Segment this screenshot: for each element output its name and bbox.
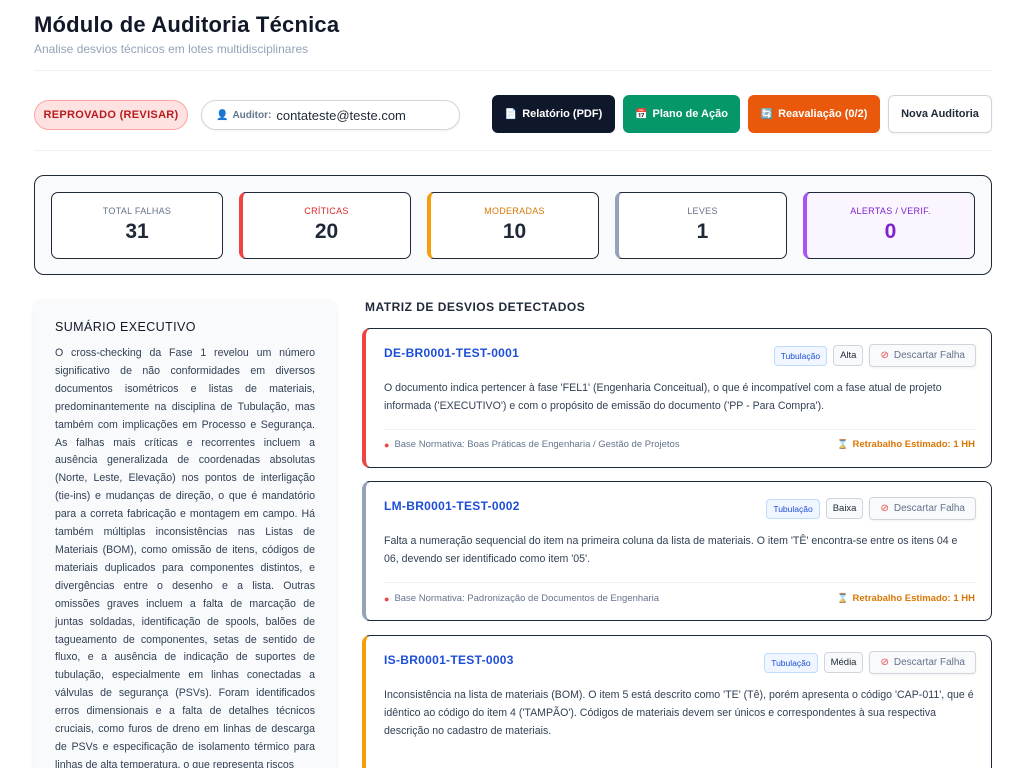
toolbar-divider (34, 150, 992, 151)
reevaluation-button[interactable]: 🔄 Reavaliação (0/2) (748, 95, 880, 133)
stat-total-label: TOTAL FALHAS (102, 206, 172, 216)
auditor-value: contateste@teste.com (276, 107, 406, 123)
new-audit-label: Nova Auditoria (901, 108, 979, 120)
normative-basis: ● Base Normativa: Padronização de Docume… (384, 593, 659, 604)
estimated-rework-text: Retrabalho Estimado: 1 HH (852, 593, 975, 604)
refresh-icon: 🔄 (760, 108, 774, 120)
deviation-badges: Tubulação Baixa ⊘ Descartar Falha (766, 497, 976, 520)
normative-basis: ● Base Normativa: Boas Práticas de Engen… (384, 439, 680, 450)
action-plan-button[interactable]: 📅 Plano de Ação (623, 95, 740, 133)
discard-button[interactable]: ⊘ Descartar Falha (869, 651, 976, 674)
deviation-description: O documento indica pertencer à fase 'FEL… (384, 382, 942, 412)
stat-alerts: ALERTAS / VERIF. 0 (803, 192, 975, 259)
pin-icon: ● (384, 439, 390, 450)
stat-critical-label: CRÍTICAS (304, 206, 349, 216)
report-pdf-label: Relatório (PDF) (522, 108, 603, 120)
deviation-description: Inconsistência na lista de materiais (BO… (384, 689, 974, 737)
discard-button[interactable]: ⊘ Descartar Falha (869, 497, 976, 520)
stats-panel: TOTAL FALHAS 31 CRÍTICAS 20 MODERADAS 10… (34, 175, 992, 275)
stat-critical-value: 20 (314, 220, 339, 243)
discipline-badge: Tubulação (766, 498, 820, 519)
normative-basis-text: Base Normativa: Boas Práticas de Engenha… (394, 439, 680, 450)
deviation-badges: Tubulação Média ⊘ Descartar Falha (764, 651, 976, 674)
report-pdf-button[interactable]: 📄 Relatório (PDF) (492, 95, 615, 133)
stat-light-value: 1 (696, 220, 709, 243)
card-divider (384, 429, 975, 430)
executive-summary: SUMÁRIO EXECUTIVO O cross-checking da Fa… (34, 300, 336, 768)
deviation-card: DE-BR0001-TEST-0001 Tubulação Alta ⊘ Des… (362, 328, 992, 468)
deviation-description: Falta a numeração sequencial do item na … (384, 535, 958, 565)
discard-label: Descartar Falha (893, 350, 965, 361)
stat-moderate-label: MODERADAS (484, 206, 545, 216)
header-divider (34, 70, 992, 71)
hourglass-icon: ⌛ (837, 439, 849, 449)
pin-icon: ● (384, 593, 390, 604)
deviation-card: IS-BR0001-TEST-0003 Tubulação Média ⊘ De… (362, 635, 992, 768)
auditor-label: Auditor: (232, 109, 272, 121)
stat-total: TOTAL FALHAS 31 (51, 192, 223, 259)
discard-label: Descartar Falha (893, 503, 965, 514)
stat-moderate: MODERADAS 10 (427, 192, 599, 259)
action-plan-label: Plano de Ação (652, 108, 728, 120)
deviation-card: LM-BR0001-TEST-0002 Tubulação Baixa ⊘ De… (362, 481, 992, 621)
user-icon: 👤 (216, 109, 229, 121)
deviation-badges: Tubulação Alta ⊘ Descartar Falha (773, 344, 976, 367)
toolbar: REPROVADO (REVISAR) 👤 Auditor: contatest… (34, 95, 992, 133)
discipline-badge: Tubulação (764, 652, 818, 673)
estimated-rework-text: Retrabalho Estimado: 1 HH (852, 439, 975, 450)
discard-button[interactable]: ⊘ Descartar Falha (869, 344, 976, 367)
deviation-id[interactable]: IS-BR0001-TEST-0003 (384, 653, 514, 667)
matrix-title: MATRIZ DE DESVIOS DETECTADOS (365, 300, 586, 314)
hourglass-icon: ⌛ (837, 593, 849, 603)
stat-alerts-label: ALERTAS / VERIF. (850, 206, 931, 216)
page-title: Módulo de Auditoria Técnica (34, 12, 340, 37)
estimated-rework: ⌛ Retrabalho Estimado: 1 HH (837, 593, 975, 604)
severity-badge: Alta (833, 345, 864, 366)
discard-label: Descartar Falha (893, 657, 965, 668)
ban-icon: ⊘ (880, 350, 889, 361)
reevaluation-label: Reavaliação (0/2) (778, 108, 868, 120)
deviation-id[interactable]: DE-BR0001-TEST-0001 (384, 346, 519, 360)
ban-icon: ⊘ (880, 503, 889, 514)
severity-badge: Baixa (825, 498, 864, 519)
page-header: Módulo de Auditoria Técnica Analise desv… (34, 12, 339, 56)
auditor-field[interactable]: 👤 Auditor: contateste@teste.com (201, 100, 460, 130)
deviation-id[interactable]: LM-BR0001-TEST-0002 (384, 499, 520, 513)
stat-moderate-value: 10 (502, 220, 527, 243)
stat-alerts-value: 0 (884, 220, 897, 243)
ban-icon: ⊘ (880, 657, 889, 668)
status-badge: REPROVADO (REVISAR) (34, 100, 188, 130)
document-icon: 📄 (504, 108, 518, 120)
calendar-icon: 📅 (635, 108, 648, 120)
stat-light: LEVES 1 (615, 192, 787, 259)
normative-basis-text: Base Normativa: Padronização de Document… (394, 593, 660, 604)
summary-text: O cross-checking da Fase 1 revelou um nú… (55, 347, 315, 768)
summary-title: SUMÁRIO EXECUTIVO (55, 320, 196, 334)
page-subtitle: Analise desvios técnicos em lotes multid… (34, 42, 309, 56)
card-divider (384, 582, 975, 583)
estimated-rework: ⌛ Retrabalho Estimado: 1 HH (837, 439, 975, 450)
new-audit-button[interactable]: Nova Auditoria (888, 95, 992, 133)
stat-total-value: 31 (125, 220, 149, 243)
stat-critical: CRÍTICAS 20 (239, 192, 411, 259)
discipline-badge: Tubulação (773, 345, 828, 366)
stat-light-label: LEVES (687, 206, 718, 216)
severity-badge: Média (823, 652, 864, 673)
